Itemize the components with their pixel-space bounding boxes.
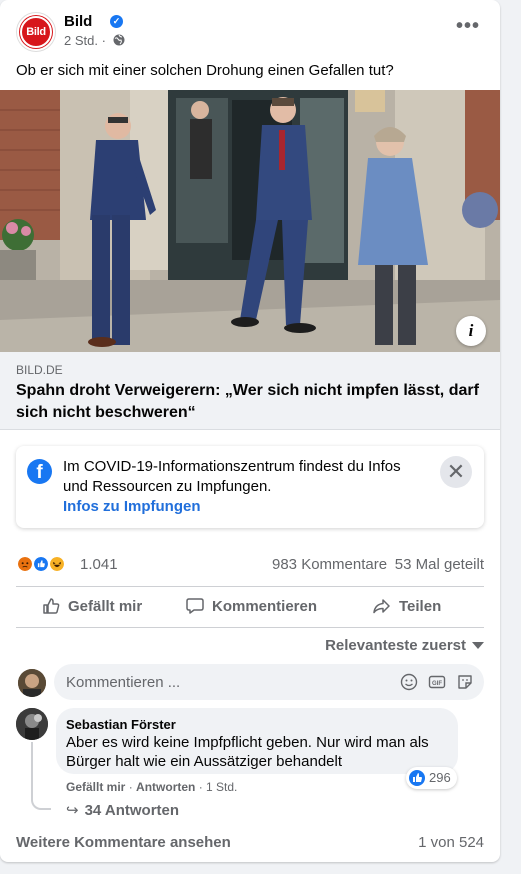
- comment-text: Aber es wird keine Impfpflicht geben. Nu…: [66, 734, 429, 770]
- reply-arrow-icon: ↪: [66, 802, 79, 819]
- comments-footer: Weitere Kommentare ansehen 1 von 524: [16, 834, 484, 854]
- reactions-row: 1.041 983 Kommentare 53 Mal geteilt: [16, 554, 484, 576]
- emoji-icon[interactable]: [400, 673, 418, 691]
- covid-info-text: Im COVID-19-Informationszentrum findest …: [63, 458, 401, 495]
- comment-icon: [186, 598, 204, 614]
- thumbs-up-icon: [43, 598, 60, 614]
- post-card: Bild Bild ✓ 2 Std. · ••• Ob er sich mit …: [0, 0, 500, 862]
- sort-label: Relevanteste zuerst: [325, 637, 466, 654]
- svg-text:GIF: GIF: [432, 681, 442, 687]
- comment-like-count: 296: [429, 770, 451, 785]
- sort-dropdown[interactable]: Relevanteste zuerst: [325, 637, 484, 654]
- comment-label: Kommentieren: [212, 598, 318, 615]
- comment-time[interactable]: 1 Std.: [206, 780, 237, 794]
- more-options-button[interactable]: •••: [452, 16, 484, 42]
- divider: [16, 586, 484, 587]
- comment-actions: Gefällt mir · Antworten · 1 Std.: [66, 780, 238, 794]
- comment-reply-action[interactable]: Antworten: [136, 780, 195, 794]
- comment-bubble: Sebastian Förster Aber es wird keine Imp…: [56, 708, 458, 774]
- bild-logo: Bild: [20, 16, 52, 48]
- link-title[interactable]: Spahn droht Verweigerern: „Wer sich nich…: [16, 380, 486, 424]
- verified-icon: ✓: [110, 15, 123, 28]
- like-button[interactable]: Gefällt mir: [42, 588, 142, 626]
- gif-icon[interactable]: GIF: [428, 673, 446, 691]
- comment-like-action[interactable]: Gefällt mir: [66, 780, 125, 794]
- commenter-avatar-image: [16, 708, 48, 740]
- covid-info-box: f Im COVID-19-Informationszentrum findes…: [16, 446, 484, 528]
- share-count[interactable]: 53 Mal geteilt: [395, 556, 484, 573]
- view-replies-link[interactable]: ↪ 34 Antworten: [66, 801, 179, 819]
- caret-down-icon: [472, 642, 484, 649]
- like-reaction-icon: [409, 770, 425, 786]
- comment-pager: 1 von 524: [418, 834, 484, 851]
- post-photo[interactable]: i: [0, 90, 500, 352]
- close-icon[interactable]: ✕: [440, 456, 472, 488]
- share-icon: [373, 599, 390, 614]
- info-button[interactable]: i: [456, 316, 486, 346]
- comment-count[interactable]: 983 Kommentare: [272, 556, 387, 573]
- covid-info-link[interactable]: Infos zu Impfungen: [63, 498, 200, 515]
- commenter-name[interactable]: Sebastian Förster: [66, 717, 176, 732]
- divider: [16, 627, 484, 628]
- link-domain: BILD.DE: [16, 363, 63, 377]
- post-meta: 2 Std. ·: [64, 33, 125, 48]
- post-header: Bild Bild ✓ 2 Std. · •••: [16, 12, 484, 54]
- commenter-avatar[interactable]: [16, 708, 48, 740]
- share-label: Teilen: [399, 598, 442, 615]
- photo-illustration: [0, 90, 500, 352]
- haha-reaction-icon[interactable]: [48, 555, 66, 573]
- reaction-count[interactable]: 1.041: [80, 556, 118, 573]
- share-button[interactable]: Teilen: [373, 588, 441, 626]
- comment-button[interactable]: Kommentieren: [186, 588, 317, 626]
- sticker-icon[interactable]: [456, 673, 474, 691]
- comment-composer: GIF: [54, 664, 484, 700]
- page-avatar[interactable]: Bild: [16, 12, 56, 52]
- page-name[interactable]: Bild: [64, 13, 92, 30]
- comment-input[interactable]: [66, 664, 386, 700]
- globe-icon: [113, 34, 125, 46]
- like-label: Gefällt mir: [68, 598, 143, 615]
- actions-row: Gefällt mir Kommentieren Teilen: [16, 588, 484, 626]
- comment-like-badge[interactable]: 296: [406, 767, 457, 789]
- facebook-icon: f: [27, 459, 52, 484]
- link-preview[interactable]: BILD.DE Spahn droht Verweigerern: „Wer s…: [0, 352, 500, 430]
- thread-line: [31, 742, 51, 810]
- post-time[interactable]: 2 Std.: [64, 33, 98, 48]
- replies-label: 34 Antworten: [84, 802, 180, 819]
- view-more-comments-link[interactable]: Weitere Kommentare ansehen: [16, 834, 231, 851]
- user-avatar-image: [18, 669, 46, 697]
- user-avatar[interactable]: [18, 669, 46, 697]
- post-text: Ob er sich mit einer solchen Drohung ein…: [16, 62, 394, 79]
